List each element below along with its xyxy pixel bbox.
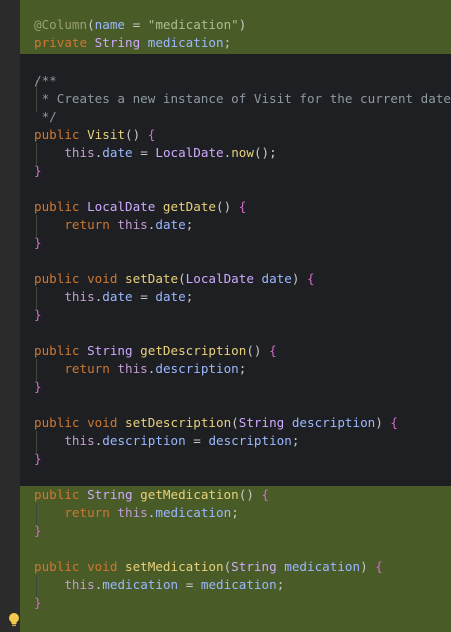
code-line-annotation[interactable]: @Column(name = "medication") [34, 16, 246, 34]
closing-brace[interactable]: } [34, 378, 42, 396]
closing-brace[interactable]: } [34, 162, 42, 180]
doc-comment-text[interactable]: * Creates a new instance of Visit for th… [34, 90, 451, 108]
method-body-line[interactable]: this.description = description; [34, 432, 299, 450]
closing-brace[interactable]: } [34, 522, 42, 540]
method-signature-setdescription[interactable]: public void setDescription(String descri… [34, 414, 398, 432]
doc-comment-start[interactable]: /** [34, 72, 57, 90]
method-body-line[interactable]: this.medication = medication; [34, 576, 284, 594]
method-signature-getdate[interactable]: public LocalDate getDate() { [34, 198, 246, 216]
method-signature-getdescription[interactable]: public String getDescription() { [34, 342, 277, 360]
lightbulb-icon[interactable] [7, 612, 21, 628]
method-signature-setmedication[interactable]: public void setMedication(String medicat… [34, 558, 383, 576]
editor-gutter [0, 0, 20, 632]
constructor-signature[interactable]: public Visit() { [34, 126, 155, 144]
method-body-line[interactable]: return this.medication; [34, 504, 238, 522]
method-body-line[interactable]: return this.date; [34, 216, 193, 234]
closing-brace[interactable]: } [34, 594, 42, 612]
constructor-body-line[interactable]: this.date = LocalDate.now(); [34, 144, 276, 162]
method-signature-setdate[interactable]: public void setDate(LocalDate date) { [34, 270, 315, 288]
closing-brace[interactable]: } [34, 306, 42, 324]
method-body-line[interactable]: return this.description; [34, 360, 246, 378]
doc-comment-end[interactable]: */ [34, 108, 57, 126]
closing-brace[interactable]: } [34, 234, 42, 252]
method-body-line[interactable]: this.date = date; [34, 288, 193, 306]
method-signature-getmedication[interactable]: public String getMedication() { [34, 486, 269, 504]
code-editor[interactable]: @Column(name = "medication") private Str… [0, 0, 451, 632]
closing-brace[interactable]: } [34, 450, 42, 468]
code-line-field-declaration[interactable]: private String medication; [34, 34, 231, 52]
